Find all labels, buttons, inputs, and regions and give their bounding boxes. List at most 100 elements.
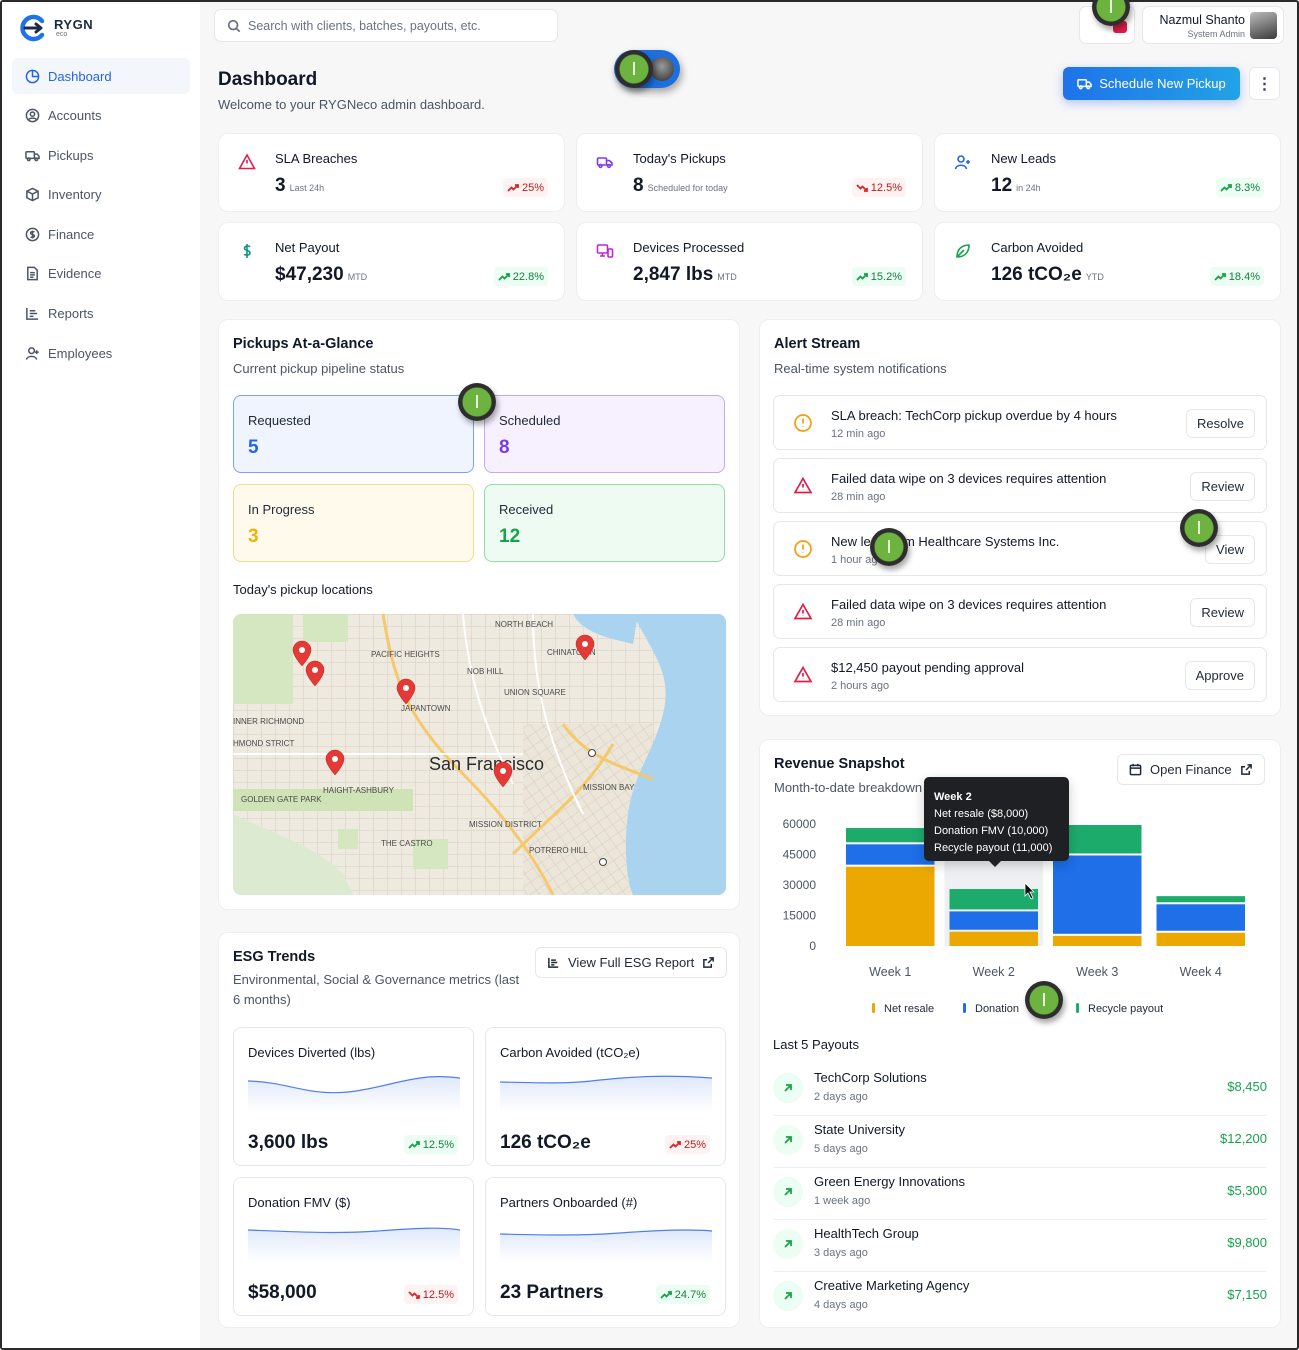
search-input[interactable]: [248, 18, 548, 33]
stat-value: $47,230 MTD: [275, 264, 368, 285]
logo-icon: [20, 14, 45, 42]
bar-segment: [1053, 855, 1142, 934]
sidebar-item-reports[interactable]: Reports: [12, 296, 190, 332]
legend-label: Net resale: [884, 1003, 934, 1015]
stat-card-new-leads[interactable]: New Leads 12 in 24h 8.3%: [934, 133, 1281, 212]
payout-time: 5 days ago: [814, 1143, 868, 1155]
legend-label: Recycle payout: [1088, 1003, 1163, 1015]
schedule-pickup-button[interactable]: Schedule New Pickup: [1063, 67, 1240, 100]
sidebar-item-finance[interactable]: Finance: [12, 216, 190, 252]
esg-label: Devices Diverted (lbs): [248, 1045, 376, 1060]
user-plus-icon: [954, 153, 974, 173]
esg-metric-partners-onboarded[interactable]: Partners Onboarded (#) 23 Partners 24.7%: [485, 1177, 726, 1316]
pipeline-label: In Progress: [248, 502, 315, 517]
trend-up-icon: [498, 272, 510, 281]
review-button[interactable]: Review: [1190, 472, 1255, 501]
stat-card-devices-processed[interactable]: Devices Processed 2,847 lbs MTD 15.2%: [576, 222, 923, 301]
dashboard-icon: [25, 69, 40, 83]
sidebar-item-inventory[interactable]: Inventory: [12, 177, 190, 213]
payout-row[interactable]: TechCorp Solutions 2 days ago $8,450: [773, 1064, 1267, 1116]
esg-metric-devices-diverted[interactable]: Devices Diverted (lbs) 3,600 lbs 12.5%: [233, 1027, 474, 1166]
payout-time: 2 days ago: [814, 1091, 868, 1103]
sparkline: [500, 1229, 712, 1262]
legend-label: Donation: [975, 1003, 1019, 1015]
stat-label: Devices Processed: [633, 240, 745, 255]
alert-text: SLA breach: TechCorp pickup overdue by 4…: [831, 408, 1117, 423]
view-esg-report-button[interactable]: View Full ESG Report: [535, 947, 728, 978]
approve-button[interactable]: Approve: [1184, 661, 1255, 690]
sidebar-item-employees[interactable]: Employees: [12, 335, 190, 371]
pipeline-received[interactable]: Received 12: [484, 484, 725, 562]
resolve-button[interactable]: Resolve: [1186, 409, 1255, 438]
trend-badge: 25%: [664, 1135, 710, 1154]
pipeline-requested[interactable]: Requested 5: [233, 395, 474, 473]
alert-time: 2 hours ago: [831, 680, 890, 692]
pipeline-count: 5: [248, 437, 259, 458]
section-title: Pickups At-a-Glance: [233, 336, 374, 352]
pipeline-scheduled[interactable]: Scheduled 8: [484, 395, 725, 473]
arrow-up-right-icon: [773, 1073, 803, 1103]
esg-metric-carbon-avoided[interactable]: Carbon Avoided (tCO₂e) 126 tCO₂e 25%: [485, 1027, 726, 1166]
esg-metric-donation-fmv[interactable]: Donation FMV ($) $58,000 12.5%: [233, 1177, 474, 1316]
sidebar-item-label: Reports: [48, 306, 94, 322]
x-tick-label: Week 2: [973, 965, 1015, 979]
pipeline-in-progress[interactable]: In Progress 3: [233, 484, 474, 562]
brand-logo[interactable]: RYGN eco: [16, 14, 93, 42]
alert-triangle-icon: [793, 602, 813, 622]
payout-row[interactable]: Creative Marketing Agency 4 days ago $7,…: [773, 1272, 1267, 1324]
pipeline-count: 8: [499, 437, 510, 458]
stat-card-todays-pickups[interactable]: Today's Pickups 8 Scheduled for today 12.…: [576, 133, 923, 212]
payout-row[interactable]: HealthTech Group 3 days ago $9,800: [773, 1220, 1267, 1272]
bar-segment: [846, 866, 935, 946]
truck-icon: [25, 150, 40, 162]
payout-time: 3 days ago: [814, 1247, 868, 1259]
bar-segment: [846, 828, 935, 843]
sidebar-item-evidence[interactable]: Evidence: [12, 256, 190, 292]
map-city-label: San Francisco: [429, 754, 544, 774]
user-name: Nazmul Shanto: [1159, 13, 1245, 27]
trend-down-icon: [408, 1290, 420, 1299]
schedule-pickup-label: Schedule New Pickup: [1099, 76, 1226, 91]
more-options-button[interactable]: ⋮: [1249, 67, 1280, 100]
brand-name: RYGN: [54, 17, 94, 32]
bar-segment: [949, 931, 1038, 946]
section-subtitle: Environmental, Social & Governance metri…: [233, 972, 520, 1007]
esg-label: Carbon Avoided (tCO₂e): [500, 1045, 640, 1060]
user-icon: [25, 346, 39, 360]
stat-label: Net Payout: [275, 240, 340, 255]
user-menu[interactable]: Nazmul Shanto System Admin: [1142, 6, 1284, 44]
x-tick-label: Week 1: [869, 965, 911, 979]
bar-segment: [949, 911, 1038, 930]
sidebar: RYGN eco Dashboard Accounts Pickups Inve…: [2, 2, 200, 1348]
section-title: Revenue Snapshot: [774, 756, 905, 772]
legend-swatch: [872, 1003, 875, 1013]
payout-row[interactable]: State University 5 days ago $12,200: [773, 1116, 1267, 1168]
search-icon: [227, 19, 241, 32]
avatar: [1250, 12, 1277, 39]
payout-row[interactable]: Green Energy Innovations 1 week ago $5,3…: [773, 1168, 1267, 1220]
payout-amount: $12,200: [1220, 1131, 1267, 1146]
search-bar[interactable]: [214, 9, 558, 42]
sidebar-item-accounts[interactable]: Accounts: [12, 98, 190, 134]
sidebar-item-dashboard[interactable]: Dashboard: [12, 58, 190, 94]
open-finance-label: Open Finance: [1150, 762, 1232, 777]
map-label: MISSION DISTRICT: [469, 820, 542, 829]
bar-segment: [846, 844, 935, 865]
legend-swatch: [963, 1003, 966, 1013]
esg-trends-card: ESG Trends Environmental, Social & Gover…: [218, 932, 740, 1328]
trend-up-icon: [408, 1140, 420, 1149]
trend-up-icon: [856, 272, 868, 281]
stat-value: 12 in 24h: [991, 175, 1041, 196]
map-label: NORTH BEACH: [495, 620, 553, 629]
sidebar-item-pickups[interactable]: Pickups: [12, 137, 190, 173]
pickup-map[interactable]: NORTH BEACH PACIFIC HEIGHTS CHINATOWN NO…: [233, 614, 726, 895]
open-finance-button[interactable]: Open Finance: [1117, 754, 1265, 785]
report-icon: [548, 957, 559, 968]
stat-card-carbon-avoided[interactable]: Carbon Avoided 126 tCO₂e YTD 18.4%: [934, 222, 1281, 301]
map-label: UNION SQUARE: [504, 688, 566, 697]
alert-time: 28 min ago: [831, 617, 886, 629]
stat-card-sla-breaches[interactable]: SLA Breaches 3 Last 24h 25%: [218, 133, 565, 212]
review-button[interactable]: Review: [1190, 598, 1255, 627]
stat-card-net-payout[interactable]: Net Payout $47,230 MTD 22.8%: [218, 222, 565, 301]
map-title: Today's pickup locations: [233, 582, 373, 597]
